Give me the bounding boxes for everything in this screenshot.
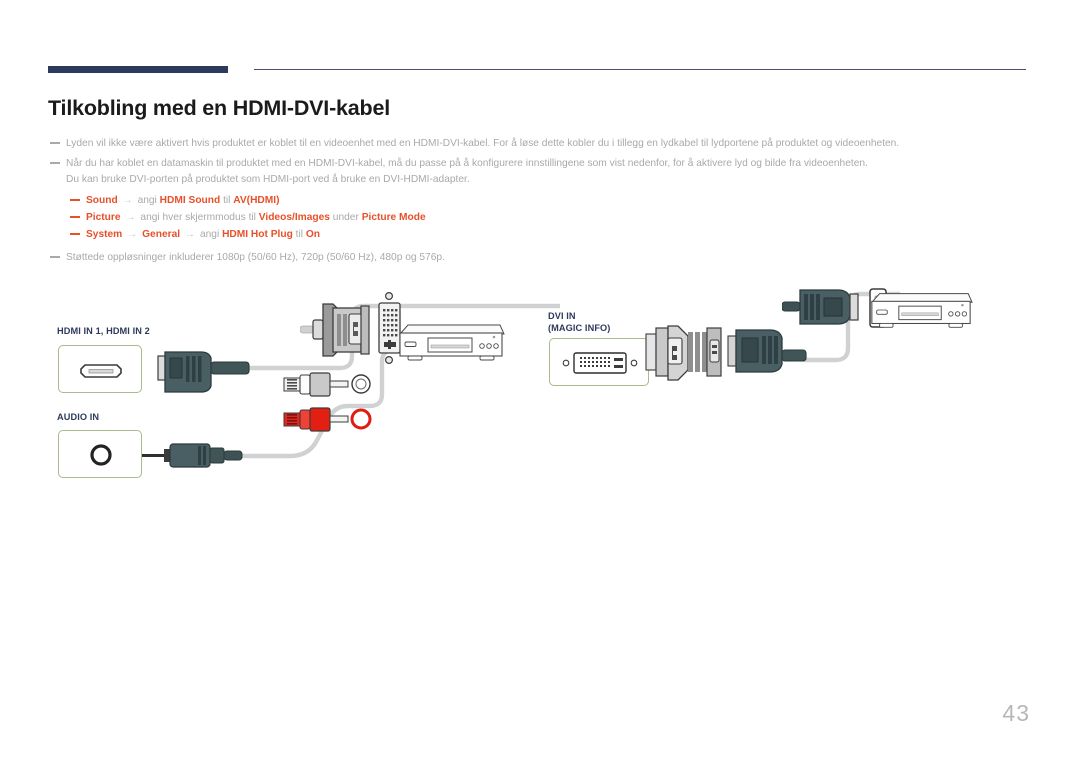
header-divider-line xyxy=(254,69,1026,70)
note-resolutions-text: Støttede oppløsninger inkluderer 1080p (… xyxy=(66,252,445,263)
subnote-sound-seg-5: AV(HDMI) xyxy=(233,195,280,206)
page-number: 43 xyxy=(1002,700,1030,726)
subnote-system-seg-5: HDMI Hot Plug xyxy=(222,229,293,240)
audio-jack-plug-icon xyxy=(142,443,243,468)
dvi-port-icon xyxy=(562,352,638,374)
subnote-sound-seg-2: angi xyxy=(137,195,157,206)
hdmi-in-port-label: HDMI IN 1, HDMI IN 2 xyxy=(57,326,150,336)
subnote-sound-seg-0: Sound xyxy=(86,195,118,206)
subnote-picture-seg-5: Picture Mode xyxy=(361,212,426,223)
subnote-system-seg-4: angi xyxy=(199,229,220,240)
subnote-picture: Picture → angi hver skjermmodus til Vide… xyxy=(70,209,870,226)
subnote-sound: Sound → angi HDMI Sound til AV(HDMI) xyxy=(70,192,870,209)
video-device-icon xyxy=(398,324,505,361)
subnote-dash-icon xyxy=(70,199,80,201)
subnote-system-seg-2: General xyxy=(142,229,181,240)
hdmi-in-port-box xyxy=(58,345,142,393)
note-dash-icon xyxy=(50,142,60,144)
audio-in-port-box xyxy=(58,430,142,478)
subnote-sound-seg-4: til xyxy=(223,195,231,206)
note-pc-line-2: Du kan bruke DVI-porten på produktet som… xyxy=(66,174,470,185)
arrow-icon: → xyxy=(122,195,133,206)
audio-in-port-label: AUDIO IN xyxy=(57,412,100,422)
note-dash-icon xyxy=(50,256,60,258)
subnote-dash-icon xyxy=(70,233,80,235)
subnote-picture-seg-2: angi hver skjermmodus til xyxy=(140,212,256,223)
page-title: Tilkobling med en HDMI-DVI-kabel xyxy=(48,96,391,120)
dvi-to-hdmi-adapter-icon xyxy=(645,325,722,381)
audio-jack-port-icon xyxy=(90,444,112,466)
notes-list: Lyden vil ikke være aktivert hvis produk… xyxy=(50,136,1050,192)
note-resolutions: Støttede oppløsninger inkluderer 1080p (… xyxy=(50,250,950,266)
dvi-in-label-line-2: (MAGIC INFO) xyxy=(548,323,611,333)
connection-diagram: HDMI IN 1, HDMI IN 2 AUDIO IN DVI IN (MA… xyxy=(0,270,1080,500)
arrow-icon: → xyxy=(184,229,196,240)
rca-white-plug-icon xyxy=(283,372,371,397)
subnote-picture-seg-4: under xyxy=(332,212,359,223)
note-audio: Lyden vil ikke være aktivert hvis produk… xyxy=(50,136,1050,152)
hdmi-port-icon xyxy=(80,364,122,378)
video-device-icon xyxy=(870,293,973,328)
rca-connectors xyxy=(283,372,372,432)
hdmi-plug-icon xyxy=(727,329,807,373)
rca-red-plug-icon xyxy=(283,407,372,432)
dvi-in-port-box xyxy=(549,338,649,386)
note-resolutions-wrapper: Støttede oppløsninger inkluderer 1080p (… xyxy=(50,250,950,270)
subnote-system: System → General → angi HDMI Hot Plug ti… xyxy=(70,226,870,243)
subnote-system-seg-7: On xyxy=(305,229,321,240)
subnote-picture-seg-3: Videos/Images xyxy=(258,212,330,223)
subnotes-list: Sound → angi HDMI Sound til AV(HDMI) Pic… xyxy=(70,192,870,243)
hdmi-plug-icon xyxy=(782,289,859,325)
subnote-sound-seg-3: HDMI Sound xyxy=(159,195,221,206)
header-accent-bar xyxy=(48,66,228,73)
note-dash-icon xyxy=(50,162,60,164)
subnote-system-seg-6: til xyxy=(295,229,304,240)
subnote-picture-seg-0: Picture xyxy=(86,212,121,223)
note-pc: Når du har koblet en datamaskin til prod… xyxy=(50,156,1050,188)
subnote-system-seg-0: System xyxy=(86,229,123,240)
note-pc-line-1: Når du har koblet en datamaskin til prod… xyxy=(66,158,868,169)
note-audio-line-1: Lyden vil ikke være aktivert hvis produk… xyxy=(66,138,900,149)
dvi-in-port-label: DVI IN (MAGIC INFO) xyxy=(548,310,610,334)
arrow-icon: → xyxy=(125,212,136,223)
hdmi-plug-icon xyxy=(157,351,250,393)
dvi-in-label-line-1: DVI IN xyxy=(548,311,576,321)
subnote-dash-icon xyxy=(70,216,80,218)
arrow-icon: → xyxy=(127,229,138,240)
